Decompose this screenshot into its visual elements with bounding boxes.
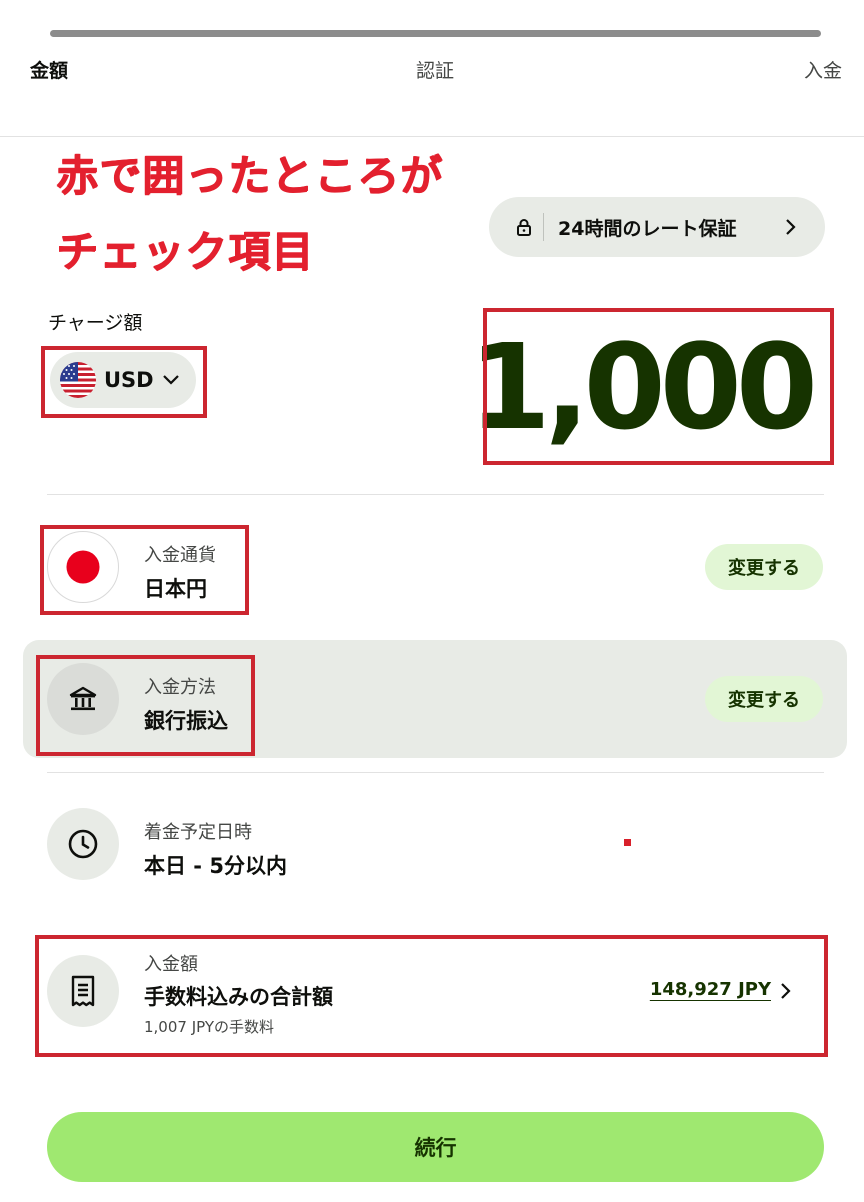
- section-divider: [47, 494, 824, 495]
- total-amount-link[interactable]: 148,927 JPY: [650, 979, 771, 1000]
- bank-icon: [47, 663, 119, 735]
- charge-amount-label: チャージ額: [48, 312, 143, 334]
- arrival-row: 着金予定日時 本日 - 5分以内: [23, 785, 847, 903]
- deposit-method-label: 入金方法: [144, 677, 216, 698]
- deposit-currency-row: 入金通貨 日本円 変更する: [23, 508, 847, 626]
- chevron-right-icon[interactable]: [773, 979, 797, 1003]
- step-deposit: 入金: [803, 60, 842, 82]
- receipt-icon: [47, 955, 119, 1027]
- chevron-right-icon: [775, 212, 805, 242]
- continue-button[interactable]: 続行: [47, 1112, 824, 1182]
- lock-icon: [515, 217, 533, 237]
- deposit-amount-value: 手数料込みの合計額: [144, 985, 333, 1009]
- section-divider: [47, 772, 824, 773]
- deposit-amount-row[interactable]: 入金額 手数料込みの合計額 1,007 JPYの手数料 148,927 JPY: [23, 932, 847, 1052]
- rate-guarantee-label: 24時間のレート保証: [558, 217, 737, 240]
- arrival-value: 本日 - 5分以内: [144, 854, 287, 878]
- fee-note: 1,007 JPYの手数料: [144, 1018, 275, 1036]
- currency-selector[interactable]: USD: [50, 352, 196, 408]
- change-currency-button[interactable]: 変更する: [705, 544, 823, 590]
- deposit-method-row: 入金方法 銀行振込 変更する: [23, 640, 847, 758]
- rate-guarantee-button[interactable]: 24時間のレート保証: [489, 197, 825, 257]
- change-method-button[interactable]: 変更する: [705, 676, 823, 722]
- annotation-dot: [624, 839, 631, 846]
- deposit-currency-label: 入金通貨: [144, 545, 216, 566]
- annotation-line-2: チェック項目: [56, 227, 315, 276]
- japan-flag-icon: [47, 531, 119, 603]
- chevron-down-icon: [162, 374, 180, 386]
- currency-code: USD: [104, 368, 154, 392]
- step-verification: 認証: [416, 60, 455, 82]
- step-amount: 金額: [30, 60, 69, 82]
- annotation-line-1: 赤で囲ったところが: [56, 151, 444, 200]
- deposit-currency-value: 日本円: [144, 577, 207, 601]
- pill-separator: [543, 213, 544, 241]
- deposit-amount-label: 入金額: [144, 954, 198, 975]
- amount-value[interactable]: 1,000: [469, 318, 818, 456]
- clock-icon: [47, 808, 119, 880]
- arrival-label: 着金予定日時: [144, 822, 252, 843]
- header-divider: [0, 136, 864, 137]
- us-flag-icon: [60, 362, 96, 398]
- progress-bar: [50, 30, 821, 37]
- deposit-method-value: 銀行振込: [144, 709, 228, 733]
